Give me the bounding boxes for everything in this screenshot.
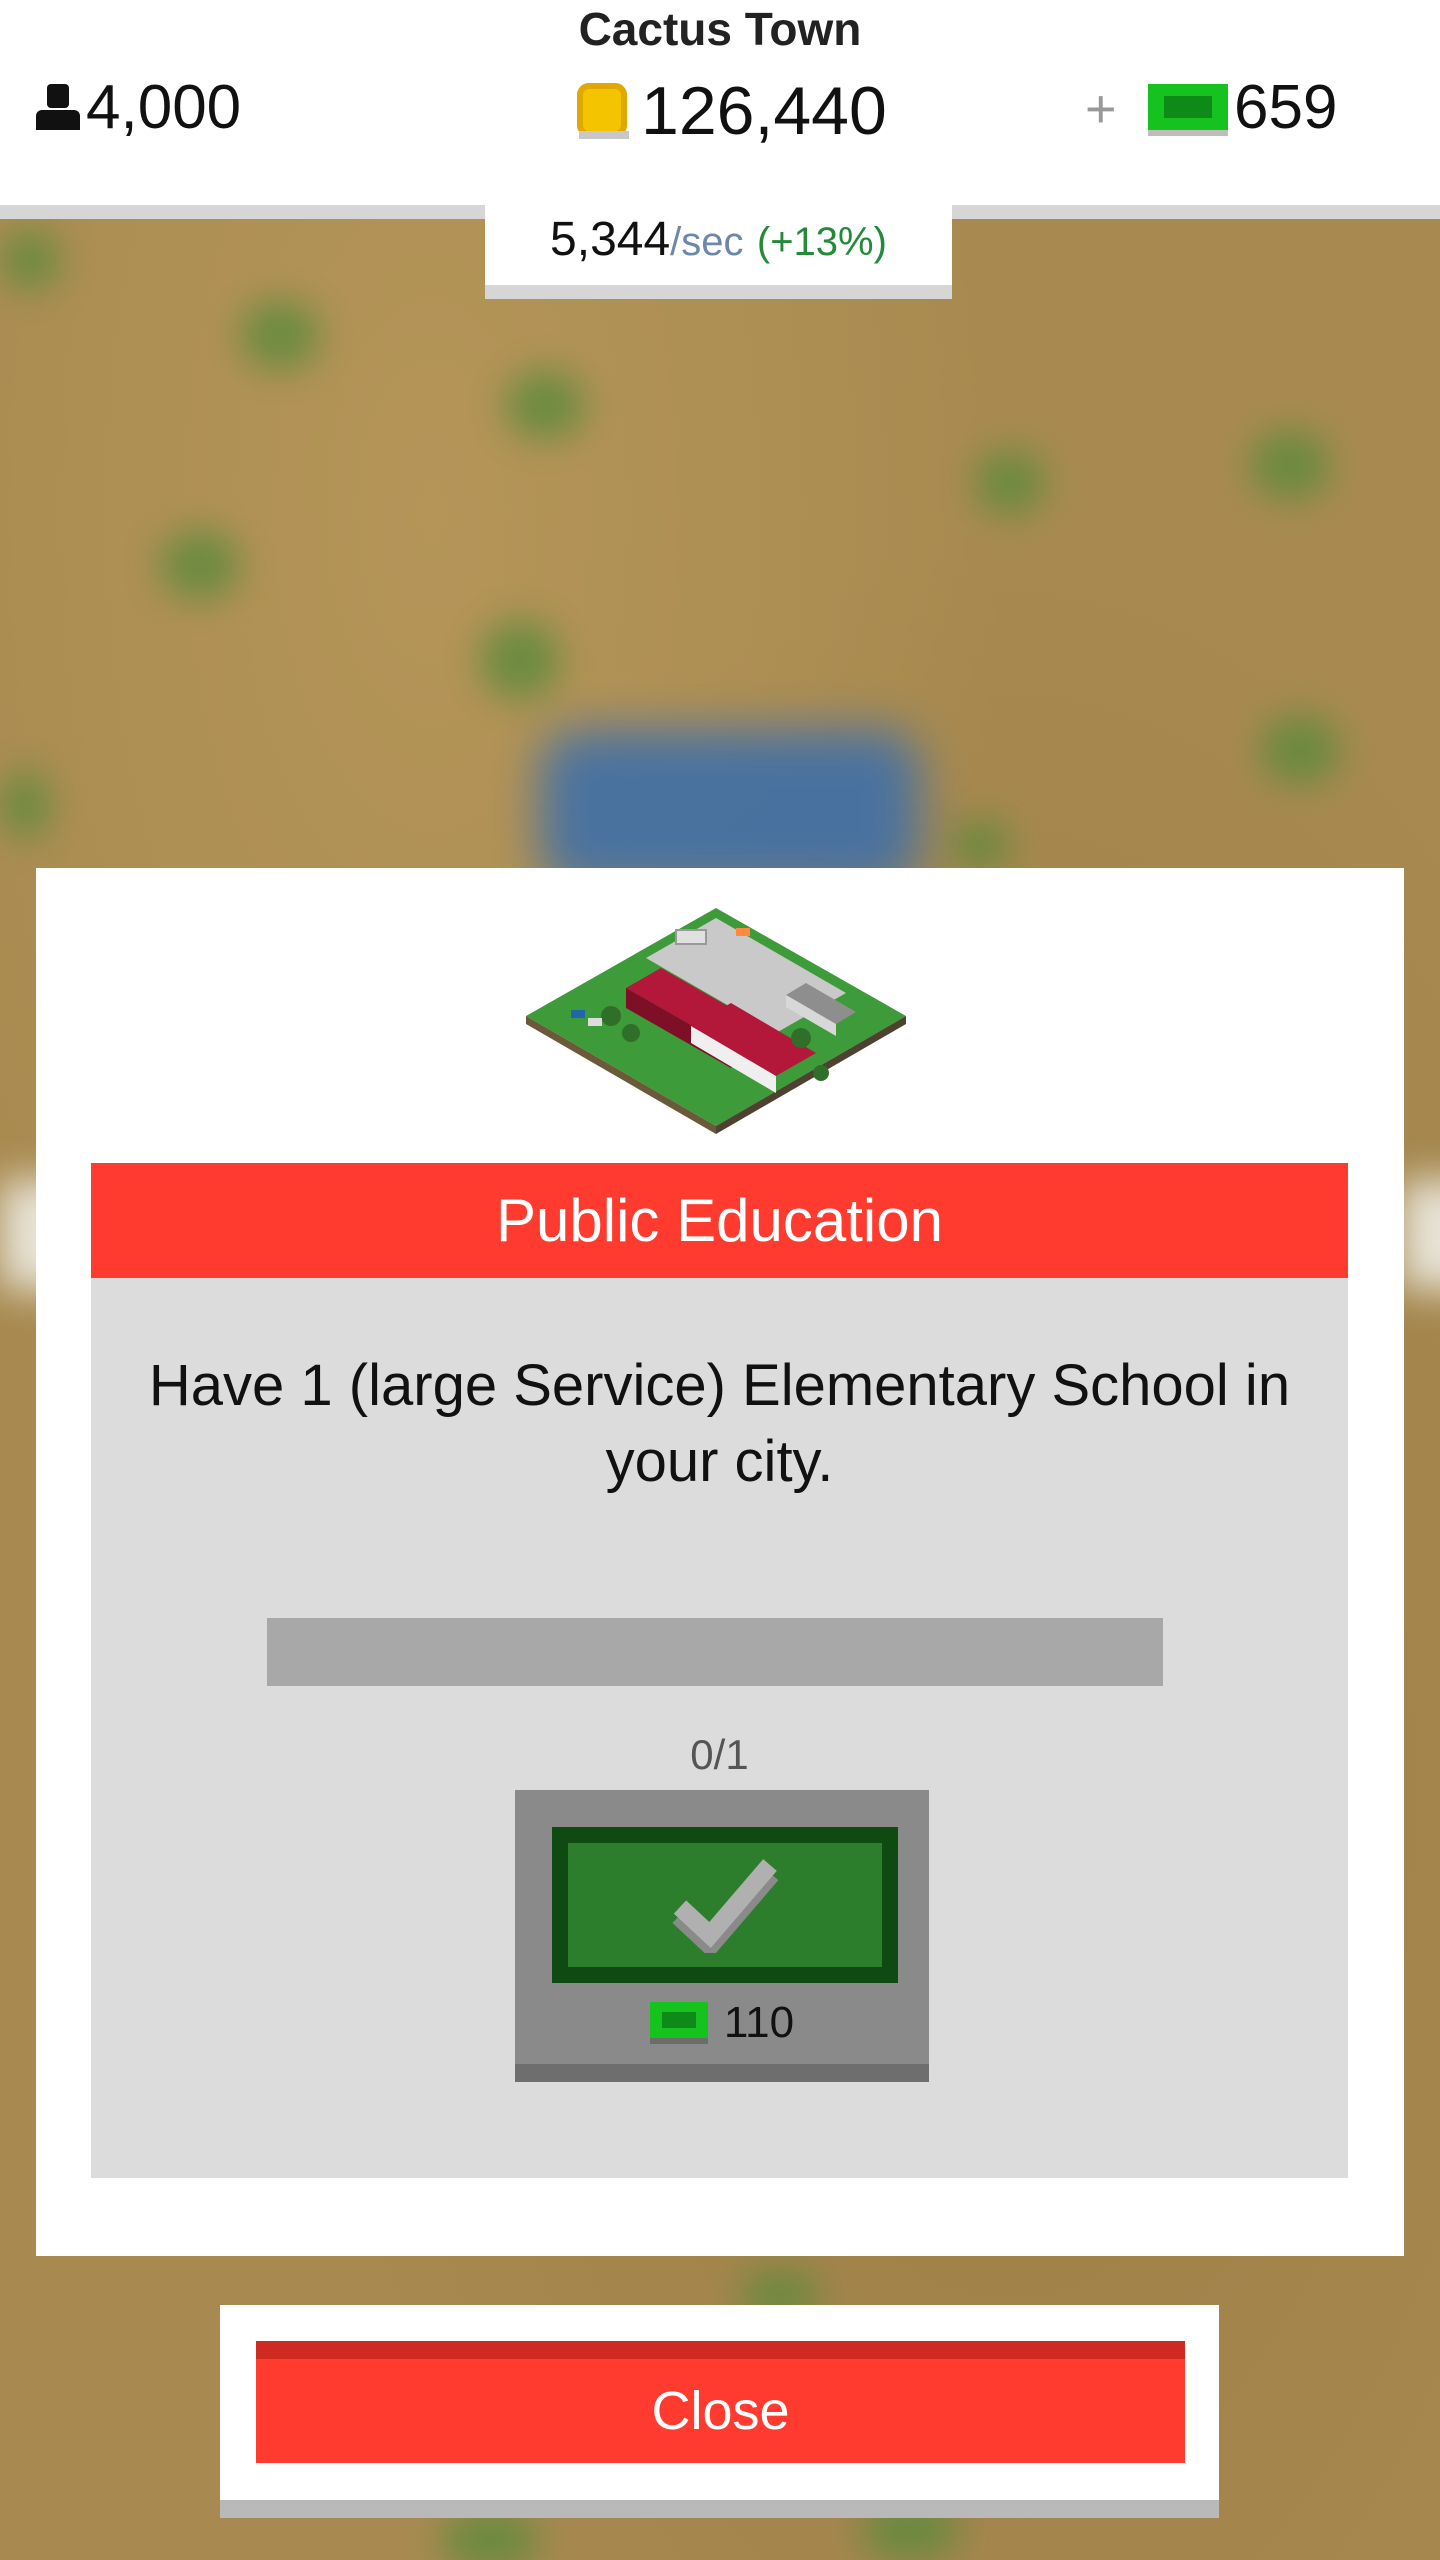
progress-bar (267, 1618, 1163, 1686)
income-rate-tab[interactable]: 5,344/sec (+13%) (485, 205, 952, 299)
gem-icon (1148, 80, 1228, 136)
claim-button-face[interactable] (552, 1827, 898, 1983)
top-status-bar: Cactus Town 4,000 126,440 + 659 (0, 0, 1440, 219)
rate-value: 5,344 (550, 213, 671, 266)
add-gems-button[interactable]: + (1085, 78, 1117, 140)
population-value: 4,000 (86, 73, 242, 142)
coin-value: 126,440 (641, 73, 887, 149)
achievement-title: Public Education (91, 1163, 1348, 1278)
school-building-image (526, 908, 906, 1134)
achievement-dialog: Public Education Have 1 (large Service) … (36, 868, 1404, 2256)
claim-cost-value: 110 (723, 1998, 795, 2047)
close-button-frame: Close (220, 2305, 1219, 2518)
population-counter: 4,000 (36, 72, 241, 143)
claim-reward-button[interactable]: 110 (515, 1790, 929, 2082)
achievement-description: Have 1 (large Service) Elementary School… (148, 1353, 1291, 1494)
city-name[interactable]: Cactus Town (0, 2, 1440, 56)
rate-bonus: (+13%) (756, 220, 887, 264)
achievement-panel: Have 1 (large Service) Elementary School… (91, 1278, 1348, 2178)
gem-counter[interactable]: 659 (1148, 72, 1337, 143)
close-button[interactable]: Close (256, 2341, 1185, 2463)
progress-text: 0/1 (690, 1731, 749, 1778)
person-icon (36, 83, 80, 132)
checkmark-icon (672, 1859, 779, 1953)
coin-counter: 126,440 (575, 72, 887, 150)
rate-unit: /sec (670, 220, 744, 264)
gem-value: 659 (1234, 73, 1338, 142)
claim-cost: 110 (515, 1998, 929, 2048)
coin-icon (575, 81, 631, 141)
gem-icon (649, 2002, 708, 2044)
